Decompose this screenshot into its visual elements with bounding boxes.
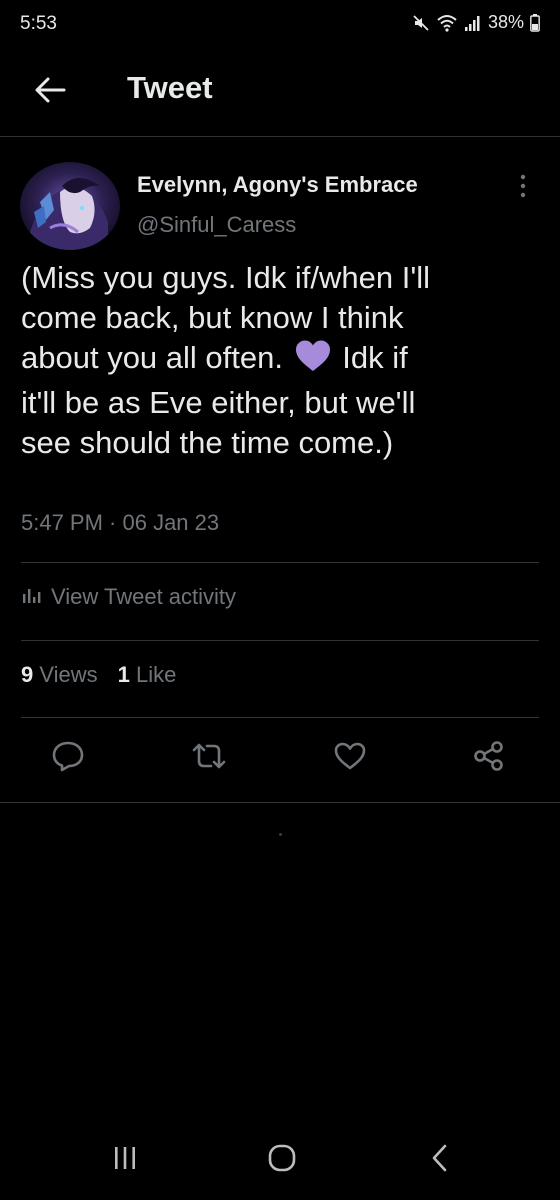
system-nav-bar: [0, 1110, 560, 1200]
share-icon: [472, 740, 506, 777]
author-name[interactable]: Evelynn, Agony's Embrace: [137, 172, 418, 198]
tweet-text-line: see should the time come.): [21, 425, 394, 460]
retweet-icon: [191, 741, 227, 776]
home-button[interactable]: [257, 1140, 307, 1180]
battery-percent: 38%: [487, 12, 524, 32]
tweet-timestamp[interactable]: 5:47 PM · 06 Jan 23: [21, 510, 219, 536]
avatar[interactable]: [20, 162, 120, 250]
heart-icon: [333, 741, 367, 776]
more-vertical-icon: [520, 174, 526, 203]
header: Tweet: [0, 50, 560, 137]
divider: [0, 802, 560, 803]
more-options-button[interactable]: [510, 172, 536, 204]
divider: [21, 717, 539, 718]
page-title: Tweet: [127, 70, 213, 105]
recents-button[interactable]: [100, 1140, 150, 1180]
back-button[interactable]: [30, 72, 70, 112]
author-handle[interactable]: @Sinful_Caress: [137, 212, 296, 238]
tweet-text-line: come back, but know I think: [21, 300, 404, 335]
divider: [21, 640, 539, 641]
status-bar: 5:53 38%: [0, 0, 560, 50]
arrow-left-icon: [34, 76, 66, 109]
tweet-text: (Miss you guys. Idk if/when I'll come ba…: [21, 258, 541, 463]
home-icon: [267, 1143, 297, 1178]
reply-icon: [51, 740, 85, 777]
signal-icon: [464, 14, 482, 32]
status-icons: 38%: [412, 12, 540, 33]
views-count[interactable]: 9 Views: [21, 662, 98, 688]
back-icon: [430, 1143, 450, 1178]
purple-heart-icon: [294, 339, 332, 383]
tweet-stats: 9 Views 1 Like: [21, 662, 176, 688]
wifi-icon: [436, 14, 458, 32]
view-tweet-activity-label: View Tweet activity: [51, 584, 237, 609]
loading-dot: [279, 833, 282, 836]
tweet-text-line: about you all often. Idk if: [21, 338, 541, 383]
system-back-button[interactable]: [415, 1140, 465, 1180]
reply-button[interactable]: [46, 736, 90, 780]
view-tweet-activity-link[interactable]: View Tweet activity: [21, 584, 236, 610]
retweet-button[interactable]: [187, 736, 231, 780]
likes-count[interactable]: 1 Like: [118, 662, 177, 688]
tweet-text-line: (Miss you guys. Idk if/when I'll: [21, 260, 431, 295]
like-button[interactable]: [328, 736, 372, 780]
analytics-icon: [21, 584, 43, 610]
mute-icon: [412, 14, 430, 32]
divider: [21, 562, 539, 563]
tweet-text-line: it'll be as Eve either, but we'll: [21, 385, 416, 420]
tweet-actions: [0, 736, 560, 786]
recents-icon: [111, 1145, 139, 1176]
status-time: 5:53: [20, 13, 57, 34]
share-button[interactable]: [467, 736, 511, 780]
battery-icon: [530, 13, 540, 32]
